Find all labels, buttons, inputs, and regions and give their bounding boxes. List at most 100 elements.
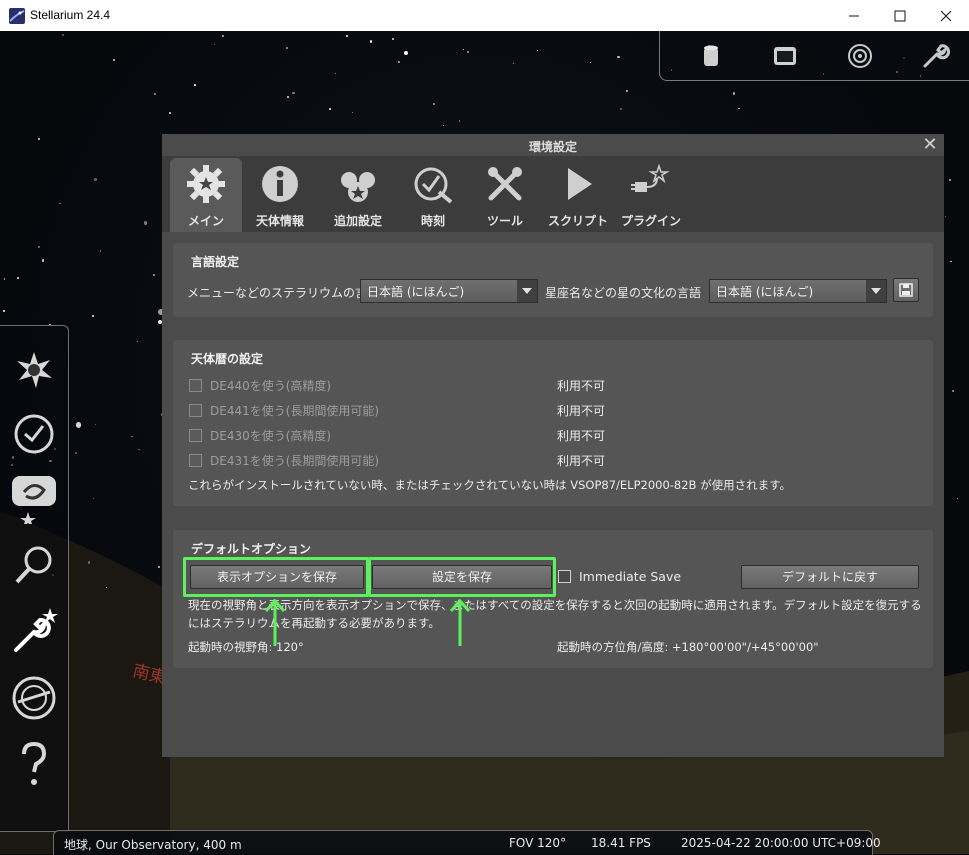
- tab-tools[interactable]: ツール: [469, 158, 541, 232]
- extra-settings-icon: [341, 172, 375, 202]
- de431-status: 利用不可: [557, 454, 606, 468]
- dialog-close-button[interactable]: ✕: [920, 135, 940, 155]
- highlight-save-view-button: [183, 557, 369, 597]
- dialog-title: 環境設定: [528, 140, 577, 154]
- annotation-arrow-up-icon: [264, 598, 286, 646]
- de431-checkbox[interactable]: [189, 454, 202, 467]
- chevron-down-icon: [517, 280, 537, 302]
- highlight-save-settings-button: [368, 557, 556, 597]
- star: [329, 107, 332, 110]
- time-icon: [414, 167, 453, 204]
- window-title: Stellarium 24.4: [30, 8, 111, 22]
- plugin-icon: [631, 164, 670, 192]
- star: [74, 451, 78, 454]
- star: [153, 92, 156, 95]
- language-settings-group: 言語設定 メニューなどのステラリウムの言語 日本語 (にほんご) 星座名などの星…: [173, 243, 933, 317]
- star: [948, 179, 951, 181]
- floppy-disk-icon: [899, 283, 913, 297]
- tab-scripts[interactable]: スクリプト: [542, 158, 614, 232]
- star: [285, 47, 288, 49]
- ephemeris-heading: 天体暦の設定: [191, 352, 264, 366]
- de440-status: 利用不可: [557, 379, 606, 393]
- star: [589, 61, 591, 63]
- close-icon: [940, 10, 952, 21]
- star: [458, 120, 461, 122]
- star: [391, 38, 394, 40]
- star: [292, 91, 295, 95]
- help-icon[interactable]: [8, 738, 60, 790]
- star: [944, 215, 946, 217]
- de441-status: 利用不可: [557, 404, 606, 418]
- star: [99, 250, 101, 252]
- defaults-description-line1: 現在の視野角と表示方向を表示オプションで保存、またはすべての設定を保存すると次回…: [188, 598, 922, 612]
- tab-strip: メイン 天体情報 追加設定 時刻 ツール スクリプト プラグイン: [162, 156, 944, 232]
- config-icon[interactable]: [8, 606, 60, 658]
- tab-tools-label: ツール: [486, 214, 523, 228]
- tools-icon: [488, 167, 522, 201]
- defaults-description-line2: にはステラリウムを再起動する必要があります。: [188, 616, 440, 630]
- save-language-button[interactable]: [893, 278, 919, 302]
- sky-settings-icon[interactable]: [8, 344, 60, 396]
- annotation-arrow-up-icon: [449, 598, 471, 646]
- wrench-icon[interactable]: [920, 41, 950, 71]
- app-language-value: 日本語 (にほんご): [367, 285, 465, 299]
- nebula-icon[interactable]: [8, 472, 60, 524]
- tab-object-info-label: 天体情報: [255, 214, 304, 228]
- top-toolbar: [659, 31, 969, 81]
- startup-direction-text: 起動時の方位角/高度: +180°00'00"/+45°00'00": [557, 640, 819, 654]
- status-bar: 地球, Our Observatory, 400 m FOV 120° 18.4…: [53, 830, 881, 855]
- chevron-down-icon: [866, 280, 886, 302]
- star: [75, 422, 82, 428]
- star: [87, 561, 91, 564]
- de440-checkbox[interactable]: [189, 379, 202, 392]
- star: [432, 103, 435, 105]
- script-icon: [568, 168, 592, 200]
- search-icon[interactable]: [8, 540, 60, 592]
- star: [369, 40, 372, 43]
- info-icon: [262, 166, 298, 202]
- tab-main-label: メイン: [187, 214, 224, 228]
- tab-extras[interactable]: 追加設定: [322, 158, 394, 232]
- de430-status: 利用不可: [557, 429, 606, 443]
- trash-icon[interactable]: [696, 41, 726, 71]
- tab-plugins[interactable]: プラグイン: [615, 158, 687, 232]
- stellarium-app-icon: [9, 8, 25, 24]
- tab-scripts-label: スクリプト: [547, 214, 608, 228]
- screen-icon[interactable]: [770, 41, 800, 71]
- tab-time[interactable]: 時刻: [397, 158, 469, 232]
- location-text: 地球, Our Observatory, 400 m: [64, 838, 242, 852]
- de441-label: DE441を使う(長期間使用可能): [210, 404, 380, 418]
- default-options-group: デフォルトオプション 表示オプションを保存 設定を保存 Immediate Sa…: [173, 530, 933, 668]
- immediate-save-checkbox[interactable]: [558, 570, 571, 583]
- datetime-text: 2025-04-22 20:00:00 UTC+09:00: [681, 836, 881, 850]
- configuration-dialog: 環境設定 ✕ メイン 天体情報 追加設定 時刻 ツール スクリプト プラグイン …: [162, 134, 944, 757]
- app-language-select[interactable]: 日本語 (にほんご): [360, 279, 538, 303]
- language-heading: 言語設定: [191, 255, 240, 269]
- minimize-icon: [849, 15, 859, 16]
- star: [951, 389, 954, 392]
- gear-star-icon: [187, 165, 225, 203]
- clock-icon[interactable]: [8, 408, 60, 460]
- de431-label: DE431を使う(長期間使用可能): [210, 454, 380, 468]
- default-options-heading: デフォルトオプション: [191, 542, 312, 556]
- fov-text: FOV 120°: [509, 836, 567, 850]
- astro-calc-icon[interactable]: [8, 672, 60, 724]
- restore-defaults-button[interactable]: デフォルトに戻す: [741, 565, 919, 589]
- app-language-label: メニューなどのステラリウムの言語: [187, 286, 380, 300]
- tab-main[interactable]: メイン: [170, 158, 242, 232]
- tab-time-label: 時刻: [420, 214, 445, 228]
- star: [62, 33, 65, 36]
- minimize-button[interactable]: [831, 0, 877, 31]
- left-toolbar: [0, 325, 69, 832]
- de430-checkbox[interactable]: [189, 429, 202, 442]
- immediate-save-label: Immediate Save: [579, 569, 682, 584]
- maximize-button[interactable]: [877, 0, 923, 31]
- tab-plugins-label: プラグイン: [620, 214, 681, 228]
- close-window-button[interactable]: [923, 0, 969, 31]
- de441-checkbox[interactable]: [189, 404, 202, 417]
- target-icon[interactable]: [845, 41, 875, 71]
- fps-text: 18.41 FPS: [591, 836, 651, 850]
- star: [733, 92, 736, 95]
- sky-culture-language-select[interactable]: 日本語 (にほんご): [709, 279, 887, 303]
- tab-object-info[interactable]: 天体情報: [244, 158, 316, 232]
